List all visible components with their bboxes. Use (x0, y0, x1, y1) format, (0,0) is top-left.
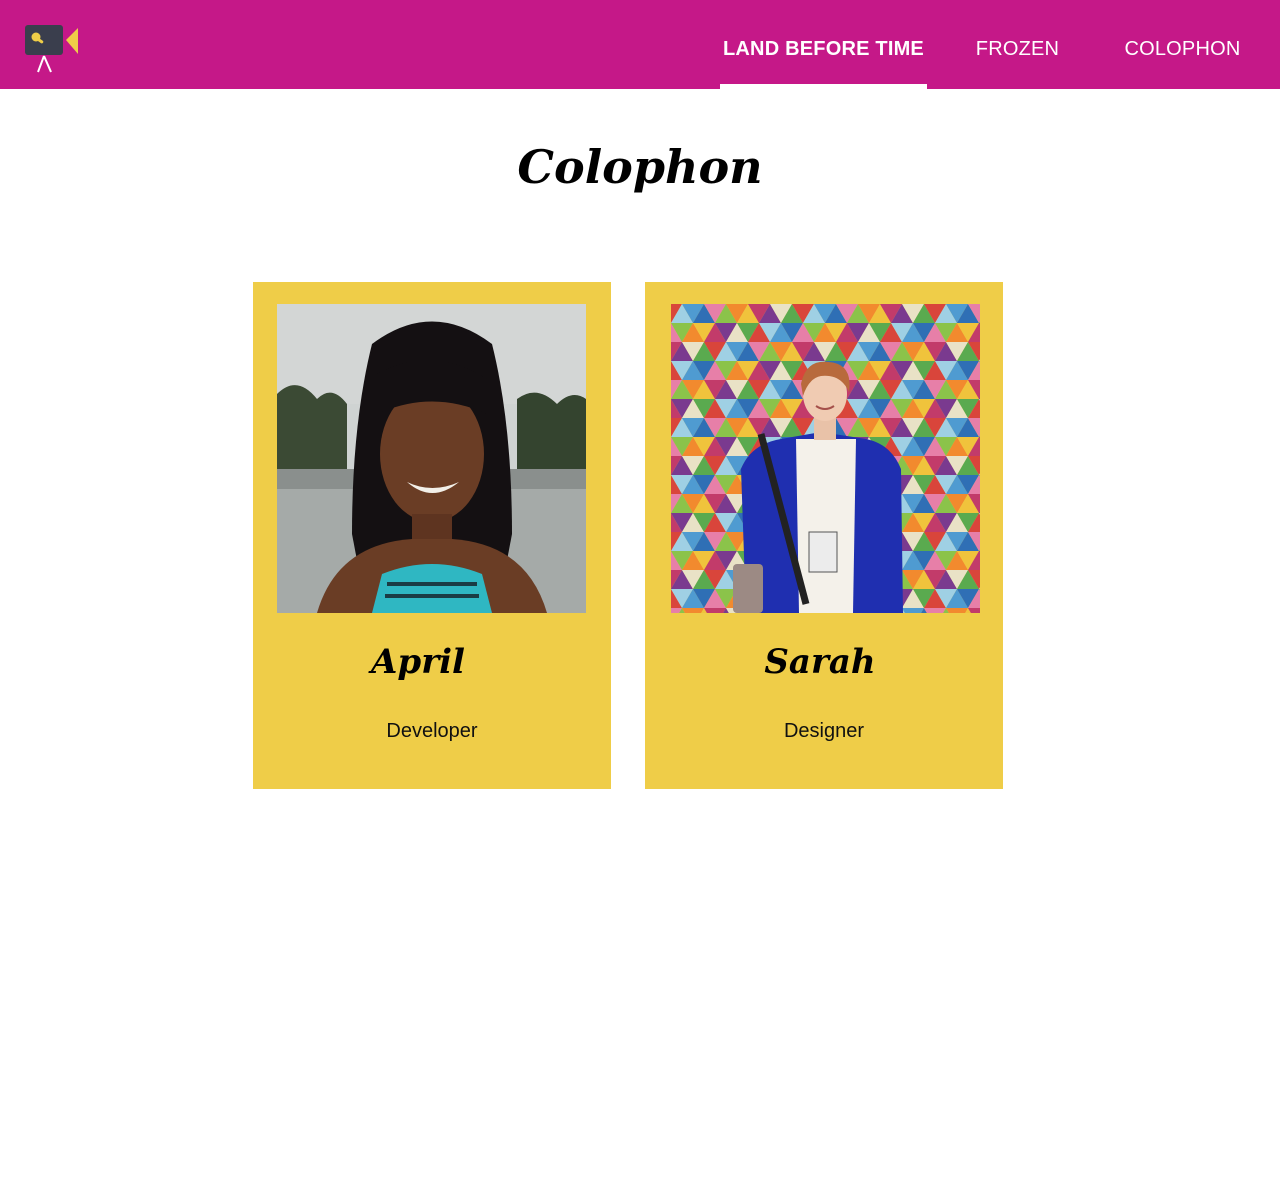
top-navigation-bar: LAND BEFORE TIME FROZEN COLOPHON (0, 0, 1280, 89)
page-title: Colophon (517, 140, 763, 194)
person-role: Designer (783, 720, 865, 742)
nav-item-frozen[interactable]: FROZEN (950, 0, 1085, 89)
nav-item-land-before-time[interactable]: LAND BEFORE TIME (720, 0, 927, 89)
person-role: Developer (386, 720, 478, 742)
video-camera-logo-icon[interactable] (24, 24, 80, 74)
person-card-sarah: Sarah Designer (645, 282, 1003, 789)
person-card-april: April Developer (253, 282, 611, 789)
portrait-photo-april (277, 304, 586, 613)
person-name: April (371, 642, 465, 682)
person-name: Sarah (764, 642, 876, 682)
nav-item-colophon[interactable]: COLOPHON (1115, 0, 1250, 89)
portrait-photo-sarah (671, 304, 980, 613)
